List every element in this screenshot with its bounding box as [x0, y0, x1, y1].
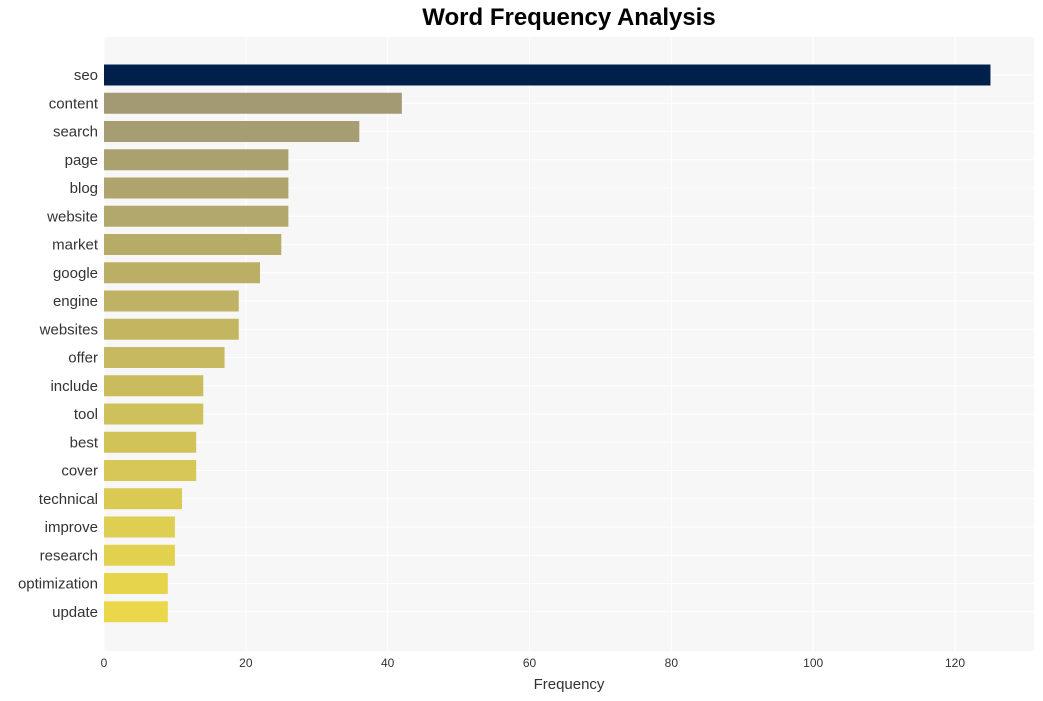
y-tick-label: seo	[74, 67, 98, 84]
x-tick-label: 80	[665, 656, 679, 670]
bar-website	[104, 205, 289, 227]
bar-market	[104, 234, 282, 255]
y-tick-label: website	[46, 208, 98, 225]
y-tick-label: offer	[68, 350, 98, 367]
bar-content	[104, 92, 402, 114]
y-tick-label: cover	[61, 463, 98, 480]
bar-page	[104, 149, 289, 171]
x-tick-label: 0	[101, 656, 108, 670]
y-tick-label: research	[40, 547, 98, 564]
y-tick-label: technical	[39, 491, 98, 508]
bar-technical	[104, 488, 183, 510]
bar-include	[104, 375, 204, 397]
bar-research	[104, 544, 175, 566]
bar-google	[104, 262, 261, 284]
y-tick-label: search	[53, 124, 98, 141]
bar-websites	[104, 318, 239, 340]
x-tick-labels: 0 20 40 60 80 100 120	[101, 656, 966, 670]
bar-blog	[104, 177, 289, 199]
bar-optimization	[104, 573, 168, 594]
y-tick-label: best	[70, 434, 99, 451]
bar-chart: seo content search page blog website market goo…	[18, 37, 1034, 693]
x-tick-label: 40	[381, 656, 395, 670]
y-tick-label: update	[52, 604, 98, 621]
x-tick-label: 120	[945, 656, 965, 670]
y-tick-label: page	[65, 152, 98, 169]
bar-search	[104, 121, 360, 142]
bar-update	[104, 601, 168, 623]
y-tick-label: market	[52, 237, 99, 254]
bar-best	[104, 431, 197, 453]
y-tick-label: engine	[53, 293, 98, 310]
y-tick-label: tool	[74, 406, 98, 423]
y-tick-label: include	[50, 378, 98, 395]
bar-engine	[104, 290, 239, 312]
y-tick-label: improve	[45, 519, 98, 536]
x-tick-label: 60	[523, 656, 537, 670]
y-tick-labels: seo content search page blog website market goo…	[18, 67, 99, 621]
bar-tool	[104, 403, 204, 425]
y-tick-label: websites	[39, 321, 98, 338]
x-axis-label: Frequency	[534, 676, 605, 693]
x-tick-label: 20	[239, 656, 253, 670]
bar-cover	[104, 460, 197, 481]
x-tick-label: 100	[803, 656, 823, 670]
y-tick-label: google	[53, 265, 98, 282]
y-tick-label: blog	[70, 180, 98, 197]
y-tick-label: optimization	[18, 576, 98, 593]
bar-offer	[104, 347, 225, 368]
bar-improve	[104, 516, 175, 538]
bar-seo	[104, 64, 991, 86]
y-tick-label: content	[49, 95, 99, 112]
